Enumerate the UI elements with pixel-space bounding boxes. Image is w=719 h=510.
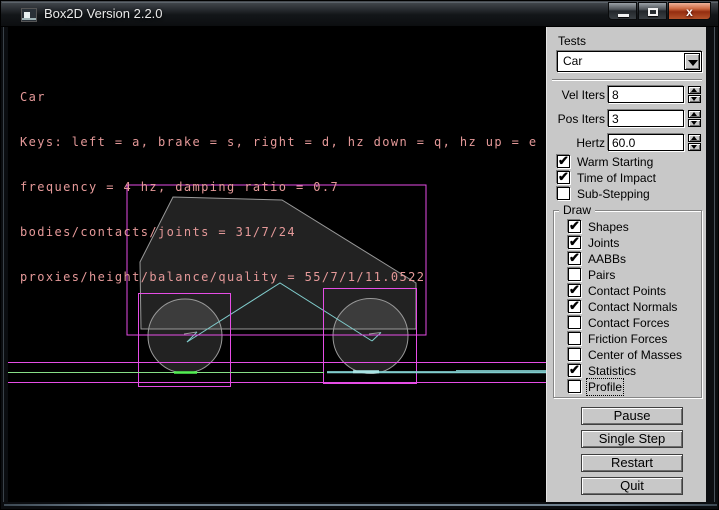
pause-button[interactable]: Pause [581,407,683,425]
pos-iters-field [608,110,684,127]
vel-iters-spinner [688,86,701,103]
warm-starting-checkbox[interactable] [557,155,570,168]
chevron-down-icon [688,60,698,66]
pos-iters-label: Pos Iters [547,112,605,126]
contact-normals-label: Contact Normals [588,300,677,314]
hertz-input[interactable] [609,135,683,150]
app-icon-ground [22,18,36,20]
pos-iters-up-button[interactable] [688,110,701,118]
title-bar[interactable]: Box2D Version 2.2.0 x [1,1,719,27]
hertz-up-button[interactable] [688,134,701,142]
maximize-icon [648,8,658,16]
pairs-label: Pairs [588,268,615,282]
contact-forces-checkbox[interactable] [568,316,581,329]
joints-label: Joints [588,236,619,250]
vel-iters-up-button[interactable] [688,86,701,94]
hud-line-test-name: Car [20,90,537,105]
time-of-impact-label: Time of Impact [577,171,656,185]
center-of-masses-label: Center of Masses [588,348,682,362]
hud-line-frequency: frequency = 4 hz, damping ratio = 0.7 [20,180,537,195]
window-border-right [714,27,715,502]
profile-checkbox[interactable] [568,380,581,393]
test-select-value: Car [563,54,582,68]
shapes-label: Shapes [588,220,629,234]
window-title: Box2D Version 2.2.0 [44,6,163,21]
triangle-down-icon [691,121,697,125]
profile-label: Profile [588,380,622,394]
vel-iters-input[interactable] [609,87,683,102]
close-button[interactable]: x [668,2,711,20]
quit-button[interactable]: Quit [581,477,683,495]
triangle-down-icon [691,145,697,149]
hertz-label: Hertz [547,136,605,150]
separator [552,79,702,81]
hertz-down-button[interactable] [688,143,701,151]
center-of-masses-checkbox[interactable] [568,348,581,361]
aabbs-label: AABBs [588,252,626,266]
statistics-checkbox[interactable] [568,364,581,377]
warm-starting-label: Warm Starting [577,155,653,169]
contact-forces-label: Contact Forces [588,316,669,330]
hertz-spinner [688,134,701,151]
triangle-up-icon [691,112,697,116]
vel-iters-label: Vel Iters [547,88,605,102]
app-icon-box [24,12,30,18]
contact-normals-checkbox[interactable] [568,300,581,313]
hud-stats-text: Car Keys: left = a, brake = s, right = d… [20,60,537,315]
time-of-impact-checkbox[interactable] [557,171,570,184]
hud-line-proxies: proxies/height/balance/quality = 55/7/1/… [20,270,537,285]
hud-line-bodies: bodies/contacts/joints = 31/7/24 [20,225,537,240]
joints-checkbox[interactable] [568,236,581,249]
maximize-button[interactable] [638,2,667,20]
statistics-label: Statistics [588,364,636,378]
control-sidebar: Tests Car Vel Iters Pos Iters Hertz [546,27,706,502]
aabbs-checkbox[interactable] [568,252,581,265]
pairs-checkbox[interactable] [568,268,581,281]
contact-points-label: Contact Points [588,284,666,298]
dropdown-arrow-button[interactable] [684,53,700,70]
minimize-button[interactable] [608,2,637,20]
vel-iters-field [608,86,684,103]
window-border-left [3,27,4,502]
pos-iters-spinner [688,110,701,127]
draw-group-label: Draw [559,203,595,217]
triangle-down-icon [691,97,697,101]
shapes-checkbox[interactable] [568,220,581,233]
app-window: Box2D Version 2.2.0 x [0,0,719,510]
vel-iters-down-button[interactable] [688,95,701,103]
sub-stepping-checkbox[interactable] [557,187,570,200]
test-select-dropdown[interactable]: Car [557,51,702,72]
close-icon: x [669,5,710,19]
triangle-up-icon [691,88,697,92]
sub-stepping-label: Sub-Stepping [577,187,650,201]
gl-viewport[interactable]: Car Keys: left = a, brake = s, right = d… [8,27,546,502]
friction-forces-checkbox[interactable] [568,332,581,345]
friction-forces-label: Friction Forces [588,332,667,346]
contact-points-checkbox[interactable] [568,284,581,297]
pos-iters-input[interactable] [609,111,683,126]
app-icon [21,8,37,22]
minimize-icon [618,14,629,17]
tests-label: Tests [558,34,586,48]
single-step-button[interactable]: Single Step [581,430,683,448]
triangle-up-icon [691,136,697,140]
pos-iters-down-button[interactable] [688,119,701,127]
hertz-field [608,134,684,151]
window-border-bottom [4,504,717,506]
hud-line-keys: Keys: left = a, brake = s, right = d, hz… [20,135,537,150]
restart-button[interactable]: Restart [581,454,683,472]
